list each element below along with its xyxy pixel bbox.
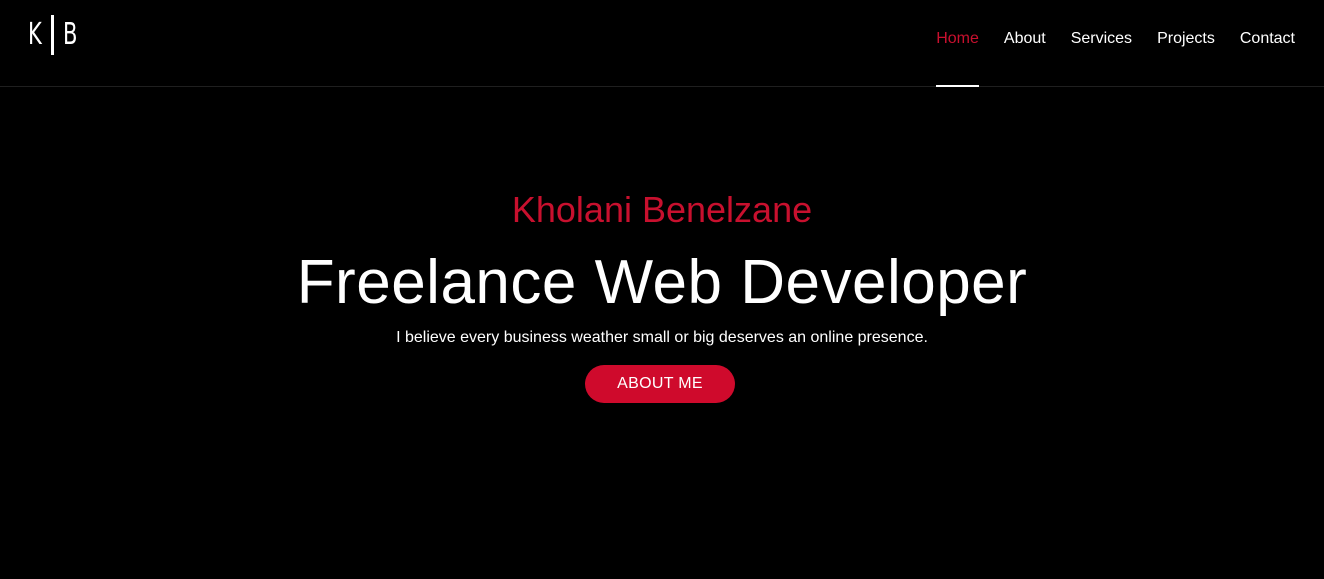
logo-divider bbox=[50, 15, 54, 55]
nav-link-about-label: About bbox=[1003, 30, 1046, 47]
nav-link-home[interactable]: Home bbox=[936, 0, 979, 87]
logo-letter-right: B bbox=[62, 17, 78, 52]
page: K B Home About Services Projects Contact bbox=[0, 0, 1324, 579]
nav-link-about[interactable]: About bbox=[1004, 0, 1046, 86]
main-nav: Home About Services Projects Contact bbox=[936, 0, 1295, 87]
nav-link-projects[interactable]: Projects bbox=[1157, 0, 1215, 86]
hero-title: Freelance Web Developer bbox=[296, 248, 1028, 317]
site-logo[interactable]: K B bbox=[26, 14, 79, 56]
nav-link-home-label: Home bbox=[936, 30, 979, 47]
hero-section: Kholani Benelzane Freelance Web Develope… bbox=[0, 87, 1324, 579]
nav-link-projects-label: Projects bbox=[1157, 30, 1215, 47]
navbar: K B Home About Services Projects Contact bbox=[0, 0, 1324, 87]
logo-letter-left: K bbox=[27, 17, 42, 52]
nav-link-contact[interactable]: Contact bbox=[1240, 0, 1295, 86]
nav-link-contact-label: Contact bbox=[1239, 30, 1295, 47]
nav-link-services[interactable]: Services bbox=[1071, 0, 1132, 86]
hero-name: Kholani Benelzane bbox=[511, 189, 813, 230]
about-me-button[interactable]: ABOUT ME bbox=[585, 365, 735, 403]
hero-tagline: I believe every business weather small o… bbox=[396, 329, 928, 346]
nav-link-services-label: Services bbox=[1070, 30, 1133, 47]
